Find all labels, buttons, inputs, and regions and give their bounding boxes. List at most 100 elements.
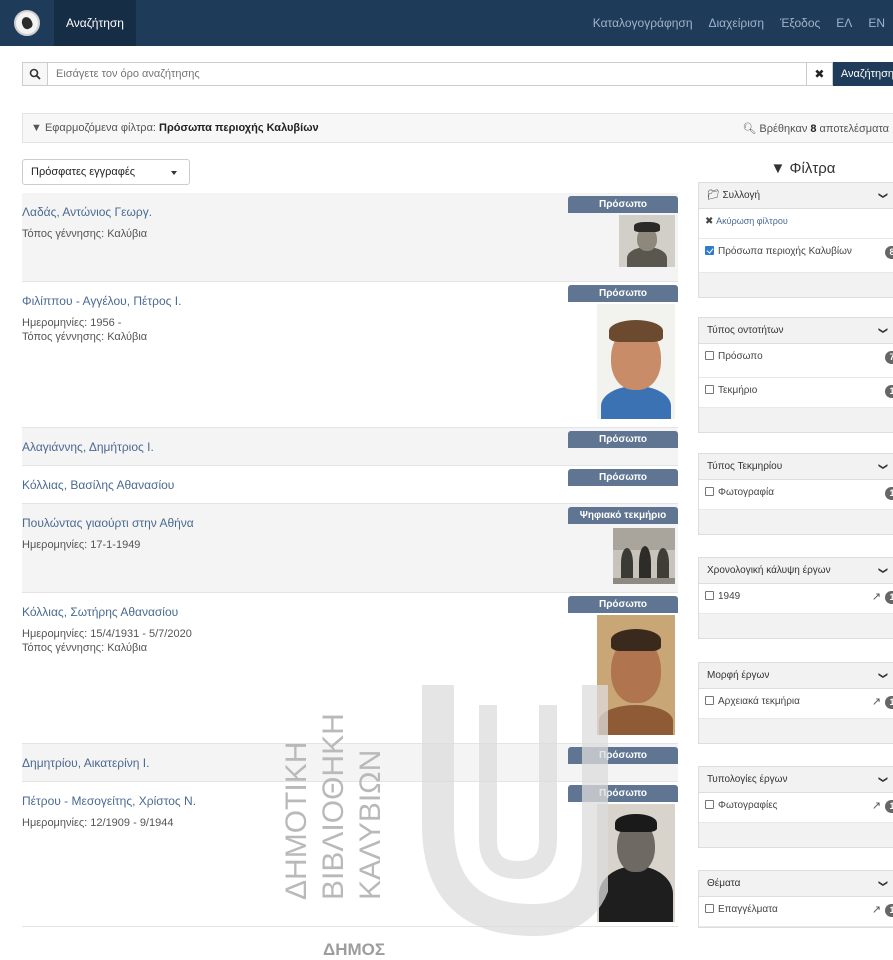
result-row[interactable]: Πουλώντας γιαούρτι στην Αθήνα Ημερομηνίε… — [22, 504, 678, 593]
cancel-filter-link[interactable]: Ακύρωση φίλτρου — [716, 216, 788, 226]
panel-footer — [699, 823, 893, 847]
cancel-filter-row[interactable]: ✖ Ακύρωση φίλτρου — [699, 209, 893, 239]
panel-title: Τύπος Τεκμηρίου — [707, 461, 783, 472]
filter-option[interactable]: Αρχειακά τεκμήρια ↗ 1 — [699, 689, 893, 719]
checkbox[interactable] — [705, 904, 714, 913]
panel-footer — [699, 273, 893, 297]
panel-title: Τυπολογίες έργων — [707, 774, 788, 785]
result-meta-line: Ημερομηνίες: 17-1-1949 — [22, 539, 141, 551]
applied-filter-value: Πρόσωπα περιοχής Καλυβίων — [159, 122, 319, 134]
filter-option[interactable]: Φωτογραφία 1 — [699, 480, 893, 510]
filter-option[interactable]: Πρόσωπα περιοχής Καλυβίων 8 — [699, 239, 893, 273]
type-badge: Πρόσωπο — [568, 747, 678, 764]
result-row[interactable]: Πέτρου - Μεσογείτης, Χρίστος Ν. Ημερομην… — [22, 782, 678, 927]
checkbox[interactable] — [705, 591, 714, 600]
panel-header[interactable]: Τυπολογίες έργων ❯ — [699, 767, 893, 793]
filter-panel-typology: Τυπολογίες έργων ❯ Φωτογραφίες ↗ 1 — [698, 766, 893, 848]
result-thumbnail[interactable] — [597, 304, 675, 419]
chevron-down-icon[interactable]: ❯ — [878, 880, 889, 888]
result-meta: Ημερομηνίες: 12/1909 - 9/1944 — [22, 816, 173, 830]
result-row[interactable]: Κόλλιας, Βασίλης Αθανασίου Πρόσωπο — [22, 466, 678, 504]
panel-header[interactable]: 📁︎ Συλλογή ❯ — [699, 183, 893, 209]
external-link-icon[interactable]: ↗ — [872, 590, 881, 603]
count-badge: 1 — [885, 800, 893, 813]
filter-option-label: Πρόσωπο — [718, 351, 763, 362]
panel-title: Μορφή έργων — [707, 670, 770, 681]
library-logo-icon[interactable] — [14, 10, 40, 36]
panel-header[interactable]: Τύπος οντοτήτων ❯ — [699, 318, 893, 344]
result-meta-line: Ημερομηνίες: 15/4/1931 - 5/7/2020 — [22, 628, 192, 640]
external-link-icon[interactable]: ↗ — [872, 695, 881, 708]
result-title[interactable]: Λαδάς, Αντώνιος Γεωργ. — [22, 205, 152, 219]
filter-option[interactable]: Φωτογραφίες ↗ 1 — [699, 793, 893, 823]
result-meta-line: Τόπος γέννησης: Καλύβια — [22, 228, 148, 240]
chevron-down-icon[interactable]: ❯ — [878, 327, 889, 335]
checkbox-checked[interactable] — [705, 246, 714, 255]
result-row[interactable]: Λαδάς, Αντώνιος Γεωργ. Τόπος γέννησης: Κ… — [22, 193, 678, 282]
nav-lang-en[interactable]: EN — [860, 0, 893, 46]
checkbox[interactable] — [705, 487, 714, 496]
result-title[interactable]: Φιλίππου - Αγγέλου, Πέτρος Ι. — [22, 294, 181, 308]
checkbox[interactable] — [705, 385, 714, 394]
result-thumbnail[interactable] — [619, 215, 675, 267]
search-submit-button[interactable]: Αναζήτηση — [832, 62, 893, 86]
count-badge: 7 — [885, 351, 893, 364]
external-link-icon[interactable]: ↗ — [872, 799, 881, 812]
sort-dropdown[interactable]: Πρόσφατες εγγραφές — [22, 159, 190, 185]
search-input[interactable] — [48, 62, 807, 86]
applied-filters: ▼ Εφαρμοζόμενα φίλτρα: Πρόσωπα περιοχής … — [31, 122, 319, 134]
panel-footer — [699, 614, 893, 638]
result-title[interactable]: Κόλλιας, Σωτήρης Αθανασίου — [22, 605, 178, 619]
count-badge: 1 — [885, 487, 893, 500]
result-title[interactable]: Πουλώντας γιαούρτι στην Αθήνα — [22, 516, 194, 530]
search-bar: ✖ Αναζήτηση — [22, 62, 893, 86]
nav-lang-el[interactable]: ΕΛ — [828, 0, 860, 46]
result-meta: Τόπος γέννησης: Καλύβια — [22, 227, 147, 241]
checkbox[interactable] — [705, 696, 714, 705]
chevron-down-icon[interactable]: ❯ — [878, 672, 889, 680]
type-badge: Ψηφιακό τεκμήριο — [568, 507, 678, 524]
panel-header[interactable]: Μορφή έργων ❯ — [699, 663, 893, 689]
panel-title: Θέματα — [707, 878, 741, 889]
nav-link-logout[interactable]: Έξοδος — [772, 0, 828, 46]
checkbox[interactable] — [705, 800, 714, 809]
result-title[interactable]: Κόλλιας, Βασίλης Αθανασίου — [22, 478, 174, 492]
result-row[interactable]: Κόλλιας, Σωτήρης Αθανασίου Ημερομηνίες: … — [22, 593, 678, 744]
sort-selected: Πρόσφατες εγγραφές — [31, 166, 136, 178]
filter-panel-subjects: Θέματα ❯ Επαγγέλματα ↗ 1 — [698, 870, 893, 928]
result-row[interactable]: Δημητρίου, Αικατερίνη Ι. Πρόσωπο — [22, 744, 678, 782]
search-icon[interactable] — [22, 62, 48, 86]
result-thumbnail[interactable] — [597, 615, 675, 735]
nav-link-admin[interactable]: Διαχείριση — [701, 0, 773, 46]
result-thumbnail[interactable] — [613, 528, 675, 584]
filter-option[interactable]: Πρόσωπο 7 — [699, 344, 893, 378]
external-link-icon[interactable]: ↗ — [872, 903, 881, 916]
chevron-down-icon[interactable]: ❯ — [878, 567, 889, 575]
folder-icon: 📁︎ — [707, 190, 720, 201]
applied-filters-bar: ▼ Εφαρμοζόμενα φίλτρα: Πρόσωπα περιοχής … — [22, 113, 893, 143]
result-title[interactable]: Δημητρίου, Αικατερίνη Ι. — [22, 756, 149, 770]
nav-link-cataloguing[interactable]: Καταλογογράφηση — [585, 0, 701, 46]
panel-header[interactable]: Θέματα ❯ — [699, 871, 893, 897]
chevron-down-icon[interactable]: ❯ — [878, 192, 889, 200]
result-row[interactable]: Αλαγιάννης, Δημήτριος Ι. Πρόσωπο — [22, 428, 678, 466]
result-title[interactable]: Αλαγιάννης, Δημήτριος Ι. — [22, 440, 154, 454]
nav-search-tab[interactable]: Αναζήτηση — [54, 0, 136, 46]
panel-header[interactable]: Τύπος Τεκμηρίου ❯ — [699, 454, 893, 480]
chevron-down-icon[interactable]: ❯ — [878, 463, 889, 471]
chevron-down-icon[interactable]: ❯ — [878, 776, 889, 784]
filter-panel-collection: 📁︎ Συλλογή ❯ ✖ Ακύρωση φίλτρου Πρόσωπα π… — [698, 182, 893, 298]
filter-option[interactable]: Τεκμήριο 1 — [699, 378, 893, 408]
result-thumbnail[interactable] — [597, 804, 675, 922]
checkbox[interactable] — [705, 351, 714, 360]
filter-panel-chronology: Χρονολογική κάλυψη έργων ❯ 1949 ↗ 1 — [698, 557, 893, 639]
clear-search-button[interactable]: ✖ — [806, 62, 833, 86]
type-badge: Πρόσωπο — [568, 596, 678, 613]
result-row[interactable]: Φιλίππου - Αγγέλου, Πέτρος Ι. Ημερομηνίε… — [22, 282, 678, 428]
panel-title: Χρονολογική κάλυψη έργων — [707, 565, 831, 576]
panel-header[interactable]: Χρονολογική κάλυψη έργων ❯ — [699, 558, 893, 584]
result-title[interactable]: Πέτρου - Μεσογείτης, Χρίστος Ν. — [22, 794, 196, 808]
filter-option[interactable]: Επαγγέλματα ↗ 1 — [699, 897, 893, 927]
filter-panel-entity-type: Τύπος οντοτήτων ❯ Πρόσωπο 7 Τεκμήριο 1 — [698, 317, 893, 433]
filter-option[interactable]: 1949 ↗ 1 — [699, 584, 893, 614]
